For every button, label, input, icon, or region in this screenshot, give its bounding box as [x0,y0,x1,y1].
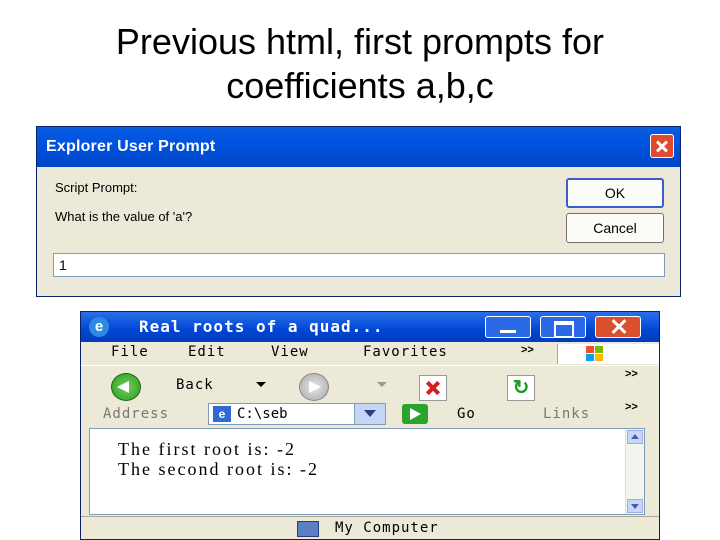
close-button[interactable] [595,316,641,338]
ie-titlebar[interactable]: e Real roots of a quad... [81,312,659,342]
prompt-title: Explorer User Prompt [46,138,216,155]
back-button-label[interactable]: Back [176,377,214,393]
toolbar-chevron-icon[interactable]: >> [625,368,638,380]
page-icon: e [213,406,231,422]
slide-title-line1: Previous html, first prompts for [115,21,605,62]
menu-favorites[interactable]: Favorites [363,344,448,360]
ie-window-title: Real roots of a quad... [139,317,384,336]
back-arrow-icon[interactable] [111,373,141,401]
forward-arrow-icon[interactable] [299,373,329,401]
first-root-text: The first root is: -2 [118,439,296,459]
links-label[interactable]: Links [543,406,590,422]
status-zone-text: My Computer [335,520,439,536]
menu-view[interactable]: View [271,344,309,360]
second-root-text: The second root is: -2 [118,459,319,479]
script-prompt-label: Script Prompt: [55,180,138,195]
menu-file[interactable]: File [111,344,149,360]
windows-flag-icon [586,346,604,362]
prompt-value-input[interactable] [53,253,665,277]
ie-logo-icon: e [89,317,109,337]
prompt-question-label: What is the value of 'a'? [55,209,193,224]
forward-dropdown-icon[interactable] [377,382,387,387]
status-bar: My Computer [81,516,659,539]
address-dropdown-icon[interactable] [354,404,385,424]
address-input[interactable]: e C:\seb [208,403,386,425]
go-arrow-icon[interactable] [402,404,428,424]
ie-window: e Real roots of a quad... File Edit View… [80,311,660,540]
scroll-down-icon[interactable] [627,499,643,513]
prompt-close-icon[interactable] [650,134,674,158]
vertical-scrollbar[interactable] [625,429,644,514]
menu-chevron-icon[interactable]: >> [521,344,534,356]
back-dropdown-icon[interactable] [256,382,266,387]
my-computer-icon [297,521,319,537]
ok-button[interactable]: OK [566,178,664,208]
standard-toolbar: Back ↻ >> [81,365,659,405]
address-bar: Address e C:\seb Go Links >> [81,401,659,427]
address-value: C:\seb [237,406,288,422]
explorer-user-prompt-dialog: Explorer User Prompt Script Prompt: What… [36,126,681,297]
slide-title: Previous html, first prompts for coeffic… [0,20,720,108]
refresh-icon[interactable]: ↻ [507,375,535,401]
maximize-button[interactable] [540,316,586,338]
windows-flag-logo [557,344,659,364]
page-content: The first root is: -2 The second root is… [89,428,645,515]
minimize-button[interactable] [485,316,531,338]
prompt-titlebar[interactable]: Explorer User Prompt [37,127,680,167]
go-button-label[interactable]: Go [457,406,476,422]
stop-icon[interactable] [419,375,447,401]
links-chevron-icon[interactable]: >> [625,401,638,413]
slide-title-line2: coefficients a,b,c [226,65,494,106]
scroll-up-icon[interactable] [627,430,643,444]
address-label: Address [103,406,170,422]
cancel-button[interactable]: Cancel [566,213,664,243]
menu-edit[interactable]: Edit [188,344,226,360]
